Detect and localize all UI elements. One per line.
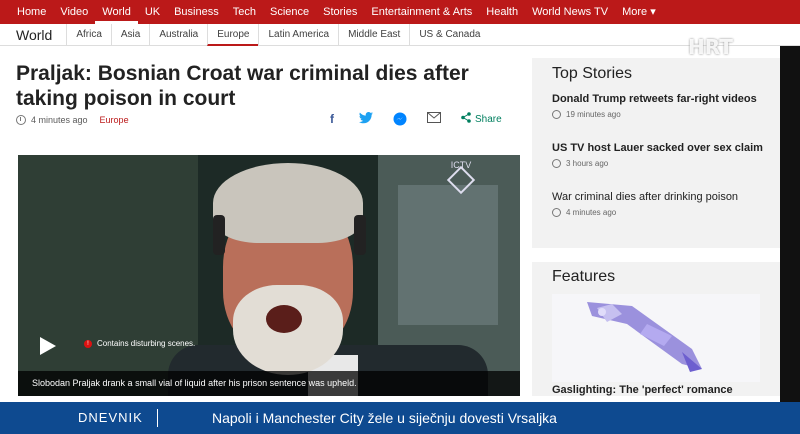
- story-title[interactable]: Donald Trump retweets far-right videos: [552, 93, 772, 106]
- video-player[interactable]: ICTV ! Contains disturbing scenes. Slobo…: [18, 155, 520, 396]
- headphone-icon: [213, 215, 225, 255]
- feature-image[interactable]: [552, 294, 760, 382]
- features-panel: Features Gaslighting: The 'perfect' roma…: [532, 262, 780, 396]
- subnav-australia[interactable]: Australia: [149, 23, 207, 46]
- ticker-message: Napoli i Manchester City žele u siječnju…: [212, 410, 557, 426]
- article-tag[interactable]: Europe: [100, 115, 129, 125]
- twitter-icon[interactable]: [359, 112, 373, 126]
- share-icon: [461, 112, 471, 126]
- story-item[interactable]: US TV host Lauer sacked over sex claim 3…: [552, 142, 772, 168]
- facebook-icon[interactable]: f: [325, 112, 339, 126]
- story-item[interactable]: War criminal dies after drinking poison …: [552, 191, 772, 217]
- nav-home[interactable]: Home: [10, 0, 53, 24]
- nav-entertainment[interactable]: Entertainment & Arts: [364, 0, 479, 24]
- story-title[interactable]: War criminal dies after drinking poison: [552, 191, 772, 204]
- article-headline: Praljak: Bosnian Croat war criminal dies…: [16, 62, 469, 110]
- story-time: 3 hours ago: [566, 159, 609, 168]
- subnav-europe[interactable]: Europe: [207, 23, 259, 46]
- article-area: Praljak: Bosnian Croat war criminal dies…: [0, 46, 530, 396]
- subnav-asia[interactable]: Asia: [110, 23, 149, 46]
- ticker-label: DNEVNIK: [78, 409, 158, 427]
- article-meta: 4 minutes ago Europe: [16, 115, 129, 125]
- top-stories-panel: Top Stories Donald Trump retweets far-ri…: [532, 58, 780, 248]
- nav-tech[interactable]: Tech: [226, 0, 263, 24]
- story-item[interactable]: Donald Trump retweets far-right videos 1…: [552, 93, 772, 119]
- play-icon[interactable]: [36, 333, 62, 359]
- broadcaster-logo: HRT: [688, 35, 733, 59]
- features-title: Features: [552, 268, 616, 285]
- content-warning: ! Contains disturbing scenes.: [84, 339, 195, 348]
- clock-icon: [552, 110, 561, 119]
- top-stories-title: Top Stories: [552, 65, 633, 82]
- nav-world[interactable]: World: [95, 0, 138, 24]
- share-bar: f Share: [325, 112, 502, 126]
- warning-icon: !: [84, 339, 92, 348]
- channel-logo: ICTV: [443, 160, 479, 195]
- section-title[interactable]: World: [16, 27, 52, 43]
- video-caption: Slobodan Praljak drank a small vial of l…: [18, 371, 520, 396]
- nav-world-news-tv[interactable]: World News TV: [525, 0, 615, 24]
- screen-edge: [780, 46, 800, 402]
- nav-more[interactable]: More ▾: [615, 0, 663, 24]
- nav-business[interactable]: Business: [167, 0, 226, 24]
- story-time: 4 minutes ago: [566, 208, 617, 217]
- clock-icon: [16, 115, 26, 125]
- subnav-middle-east[interactable]: Middle East: [338, 23, 409, 46]
- nav-science[interactable]: Science: [263, 0, 316, 24]
- warning-text: Contains disturbing scenes.: [97, 339, 196, 348]
- feature-title[interactable]: Gaslighting: The 'perfect' romance: [552, 384, 733, 396]
- section-navigation: World Africa Asia Australia Europe Latin…: [0, 23, 800, 46]
- story-time: 19 minutes ago: [566, 110, 621, 119]
- news-ticker: DNEVNIK Napoli i Manchester City žele u …: [0, 402, 800, 434]
- messenger-icon[interactable]: [393, 112, 407, 126]
- nav-health[interactable]: Health: [479, 0, 525, 24]
- nav-video[interactable]: Video: [53, 0, 95, 24]
- clock-icon: [552, 159, 561, 168]
- share-label: Share: [475, 113, 502, 125]
- share-button[interactable]: Share: [461, 112, 502, 126]
- email-icon[interactable]: [427, 112, 441, 126]
- subnav-latin-america[interactable]: Latin America: [258, 23, 338, 46]
- subnav-africa[interactable]: Africa: [66, 23, 111, 46]
- story-title[interactable]: US TV host Lauer sacked over sex claim: [552, 142, 772, 155]
- nav-stories[interactable]: Stories: [316, 0, 364, 24]
- subnav-us-canada[interactable]: US & Canada: [409, 23, 489, 46]
- clock-icon: [552, 208, 561, 217]
- nav-uk[interactable]: UK: [138, 0, 167, 24]
- article-time: 4 minutes ago: [31, 115, 88, 125]
- top-navigation: Home Video World UK Business Tech Scienc…: [0, 0, 800, 24]
